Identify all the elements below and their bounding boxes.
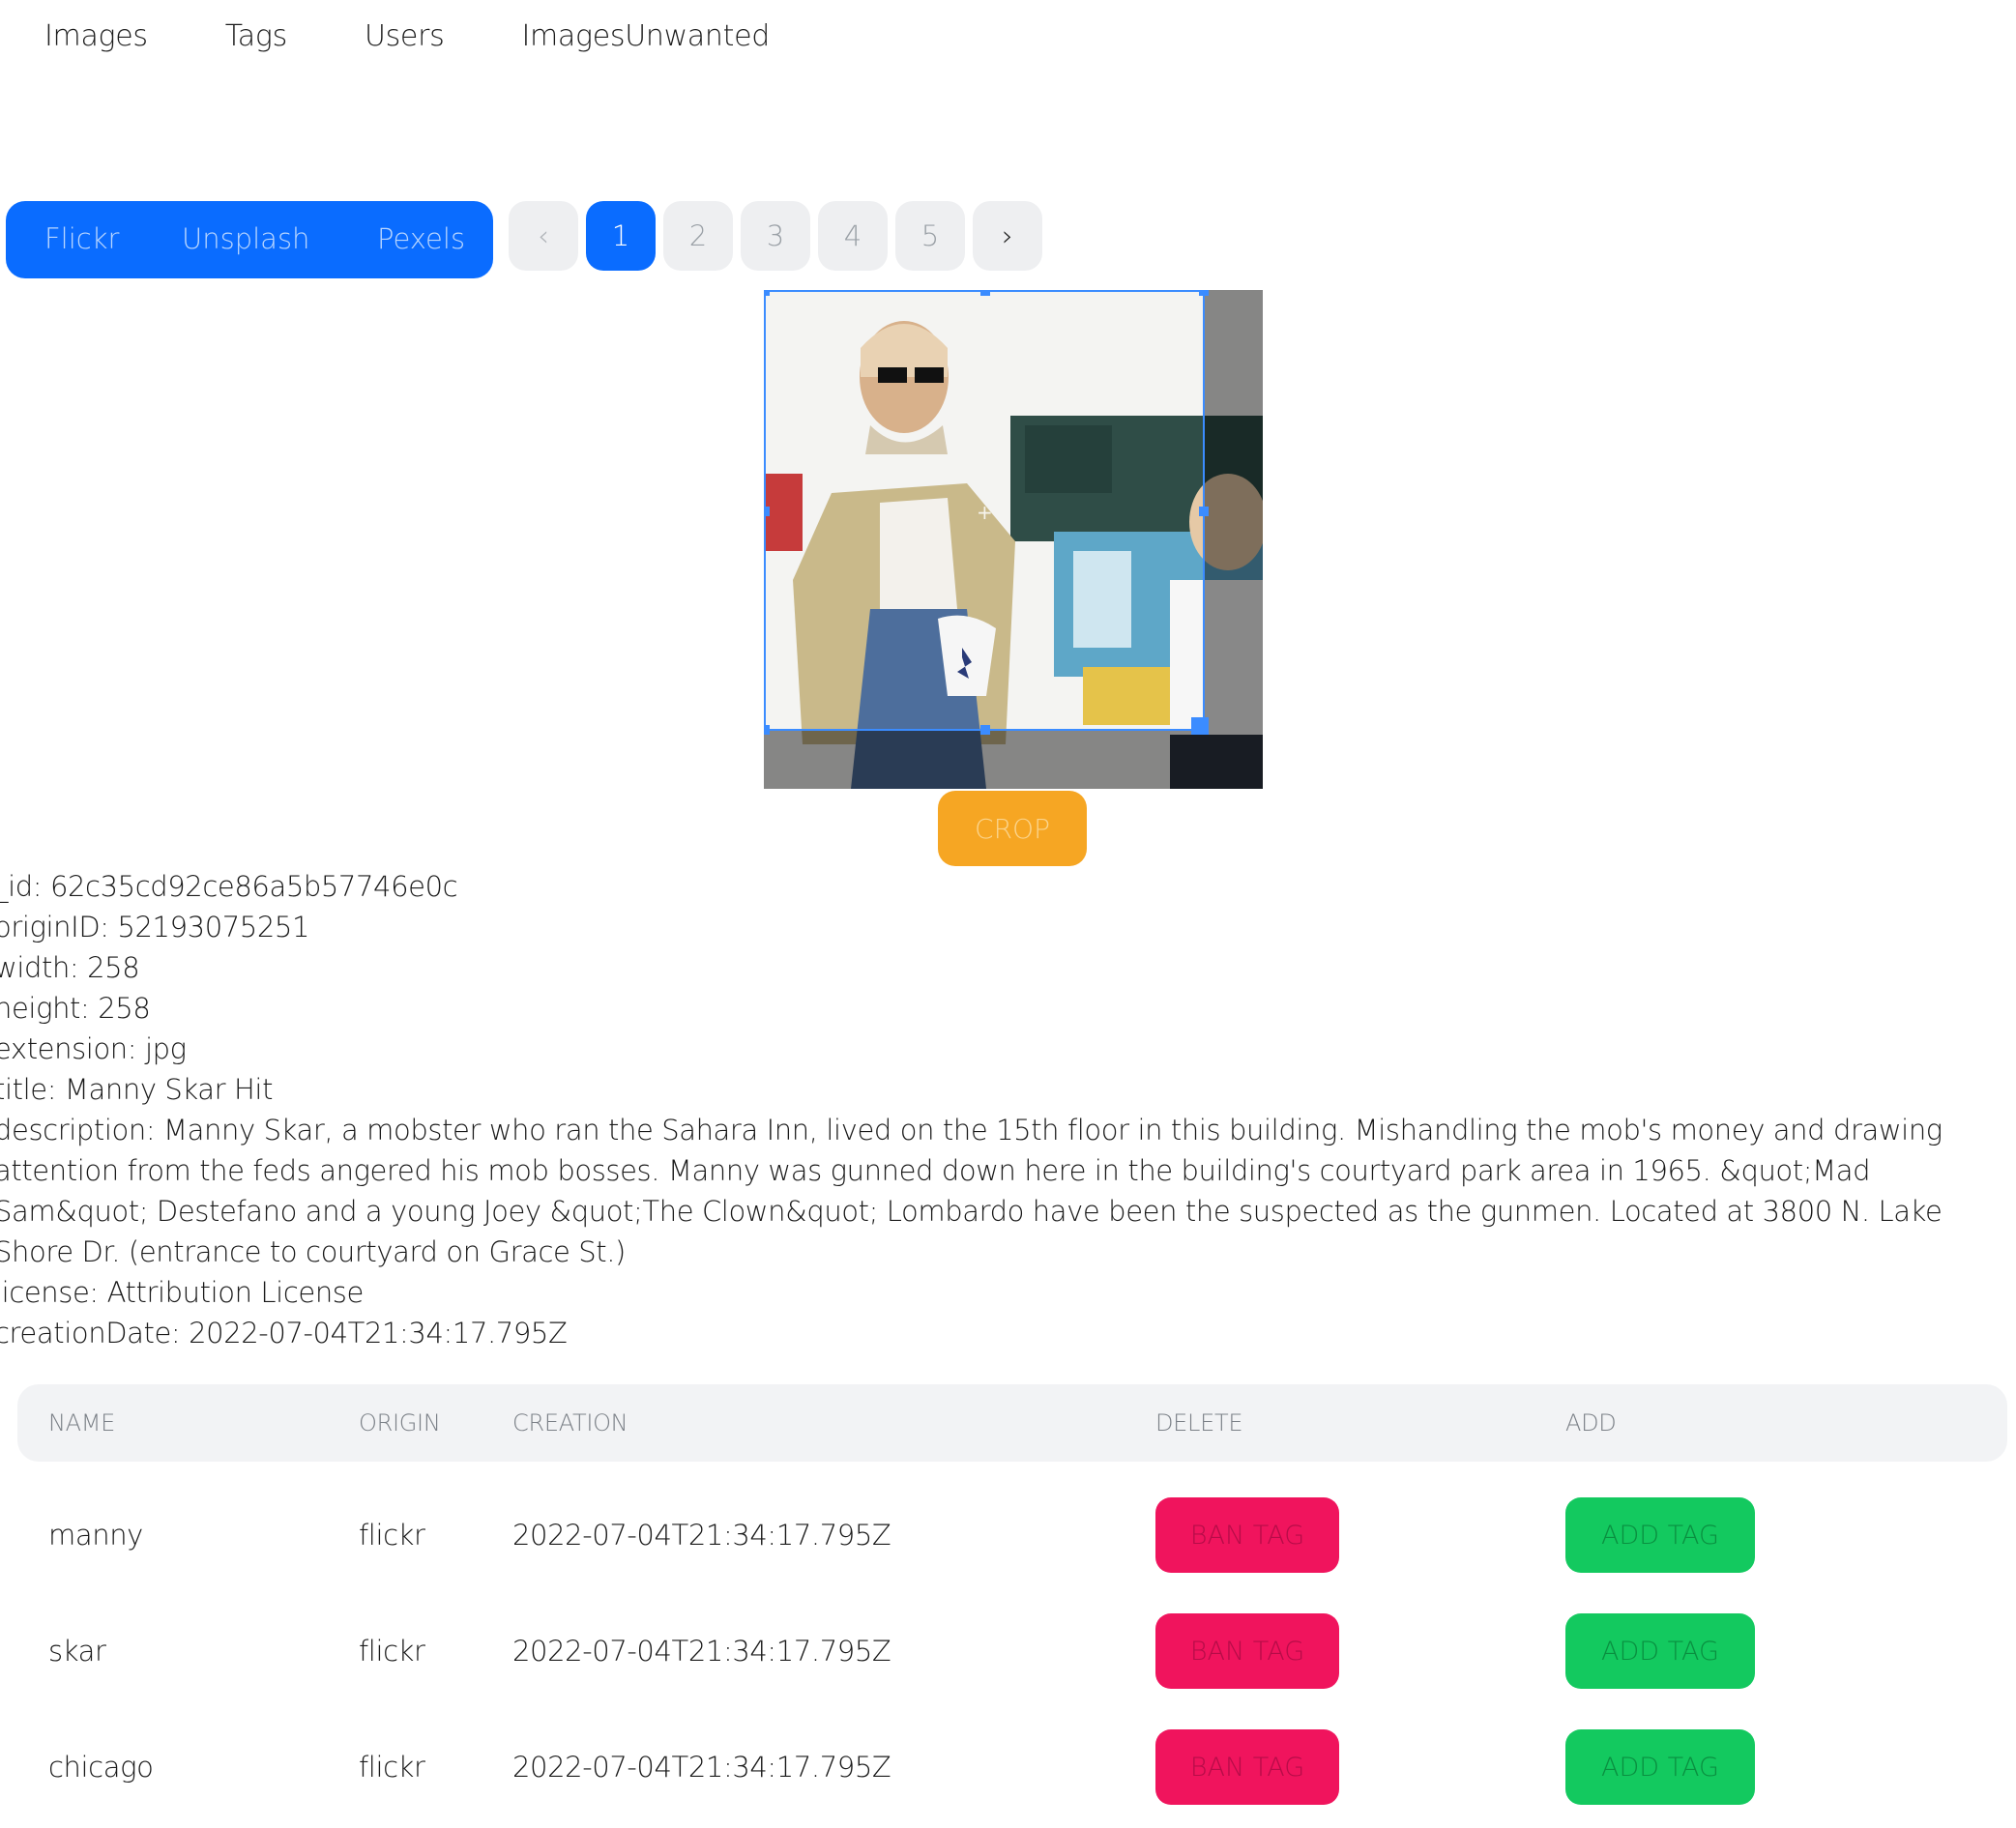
meta-id: _id: 62c35cd92ce86a5b57746e0c xyxy=(0,870,458,903)
crop-shade-right xyxy=(1205,290,1263,789)
crop-center-plus-icon: + xyxy=(977,501,993,524)
prev-page-chevron-left-icon[interactable]: ‹ xyxy=(509,201,578,271)
header-add: ADD xyxy=(1565,1409,1617,1436)
page-4[interactable]: 4 xyxy=(818,201,888,271)
tag-creation: 2022-07-04T21:34:17.795Z xyxy=(512,1751,891,1784)
image-metadata: _id: 62c35cd92ce86a5b57746e0c originID: … xyxy=(0,866,2015,1353)
page-3[interactable]: 3 xyxy=(741,201,810,271)
meta-origin-id: originID: 52193075251 xyxy=(0,911,309,943)
tag-creation: 2022-07-04T21:34:17.795Z xyxy=(512,1519,891,1552)
nav-tags[interactable]: Tags xyxy=(225,19,287,53)
nav-users[interactable]: Users xyxy=(365,19,445,53)
header-creation: CREATION xyxy=(512,1409,628,1436)
table-row: manny flickr 2022-07-04T21:34:17.795Z BA… xyxy=(17,1480,2007,1596)
header-origin: ORIGIN xyxy=(359,1409,441,1436)
source-flickr[interactable]: Flickr xyxy=(44,222,119,255)
nav-images-unwanted[interactable]: ImagesUnwanted xyxy=(521,19,770,53)
tag-name: skar xyxy=(48,1635,106,1668)
page-1[interactable]: 1 xyxy=(586,201,656,271)
meta-description: description: Manny Skar, a mobster who r… xyxy=(0,1114,1943,1268)
crop-handle-left[interactable] xyxy=(764,507,770,516)
crop-button[interactable]: CROP xyxy=(938,791,1087,866)
meta-height: height: 258 xyxy=(0,992,151,1025)
crop-shade-bottom xyxy=(764,731,1205,789)
page-2[interactable]: 2 xyxy=(663,201,733,271)
meta-creation-date: creationDate: 2022-07-04T21:34:17.795Z xyxy=(0,1317,568,1349)
source-selector: Flickr Unsplash Pexels xyxy=(6,201,493,278)
meta-license: license: Attribution License xyxy=(0,1276,364,1309)
crop-handle-top[interactable] xyxy=(980,290,990,296)
meta-extension: extension: jpg xyxy=(0,1032,187,1065)
crop-handle-bottom[interactable] xyxy=(980,725,990,735)
header-delete: DELETE xyxy=(1155,1409,1243,1436)
nav-images[interactable]: Images xyxy=(44,19,148,53)
crop-handle-top-right[interactable] xyxy=(1199,290,1209,296)
crop-selection-box[interactable]: + xyxy=(764,290,1209,735)
meta-title: title: Manny Skar Hit xyxy=(0,1073,274,1106)
tag-origin: flickr xyxy=(359,1519,425,1552)
ban-tag-button[interactable]: BAN TAG xyxy=(1155,1729,1339,1805)
tag-name: manny xyxy=(48,1519,143,1552)
ban-tag-button[interactable]: BAN TAG xyxy=(1155,1613,1339,1689)
page-5[interactable]: 5 xyxy=(895,201,965,271)
next-page-chevron-right-icon[interactable]: › xyxy=(973,201,1042,271)
crop-handle-bottom-left[interactable] xyxy=(764,725,770,735)
meta-width: width: 258 xyxy=(0,951,140,984)
image-crop-area[interactable]: + xyxy=(764,290,1263,789)
tags-table-header: NAME ORIGIN CREATION DELETE ADD xyxy=(17,1384,2007,1462)
add-tag-button[interactable]: ADD TAG xyxy=(1565,1729,1755,1805)
source-pexels[interactable]: Pexels xyxy=(377,222,465,255)
ban-tag-button[interactable]: BAN TAG xyxy=(1155,1497,1339,1573)
tag-origin: flickr xyxy=(359,1635,425,1668)
crop-handle-top-left[interactable] xyxy=(764,290,770,296)
table-row: skar flickr 2022-07-04T21:34:17.795Z BAN… xyxy=(17,1596,2007,1712)
crop-handle-bottom-right[interactable] xyxy=(1191,717,1209,735)
table-row: chicago flickr 2022-07-04T21:34:17.795Z … xyxy=(17,1712,2007,1828)
tag-origin: flickr xyxy=(359,1751,425,1784)
tag-creation: 2022-07-04T21:34:17.795Z xyxy=(512,1635,891,1668)
add-tag-button[interactable]: ADD TAG xyxy=(1565,1497,1755,1573)
source-unsplash[interactable]: Unsplash xyxy=(182,222,309,255)
header-name: NAME xyxy=(48,1409,116,1436)
add-tag-button[interactable]: ADD TAG xyxy=(1565,1613,1755,1689)
crop-handle-right[interactable] xyxy=(1199,507,1209,516)
top-nav: Images Tags Users ImagesUnwanted xyxy=(44,19,847,53)
tag-name: chicago xyxy=(48,1751,154,1784)
